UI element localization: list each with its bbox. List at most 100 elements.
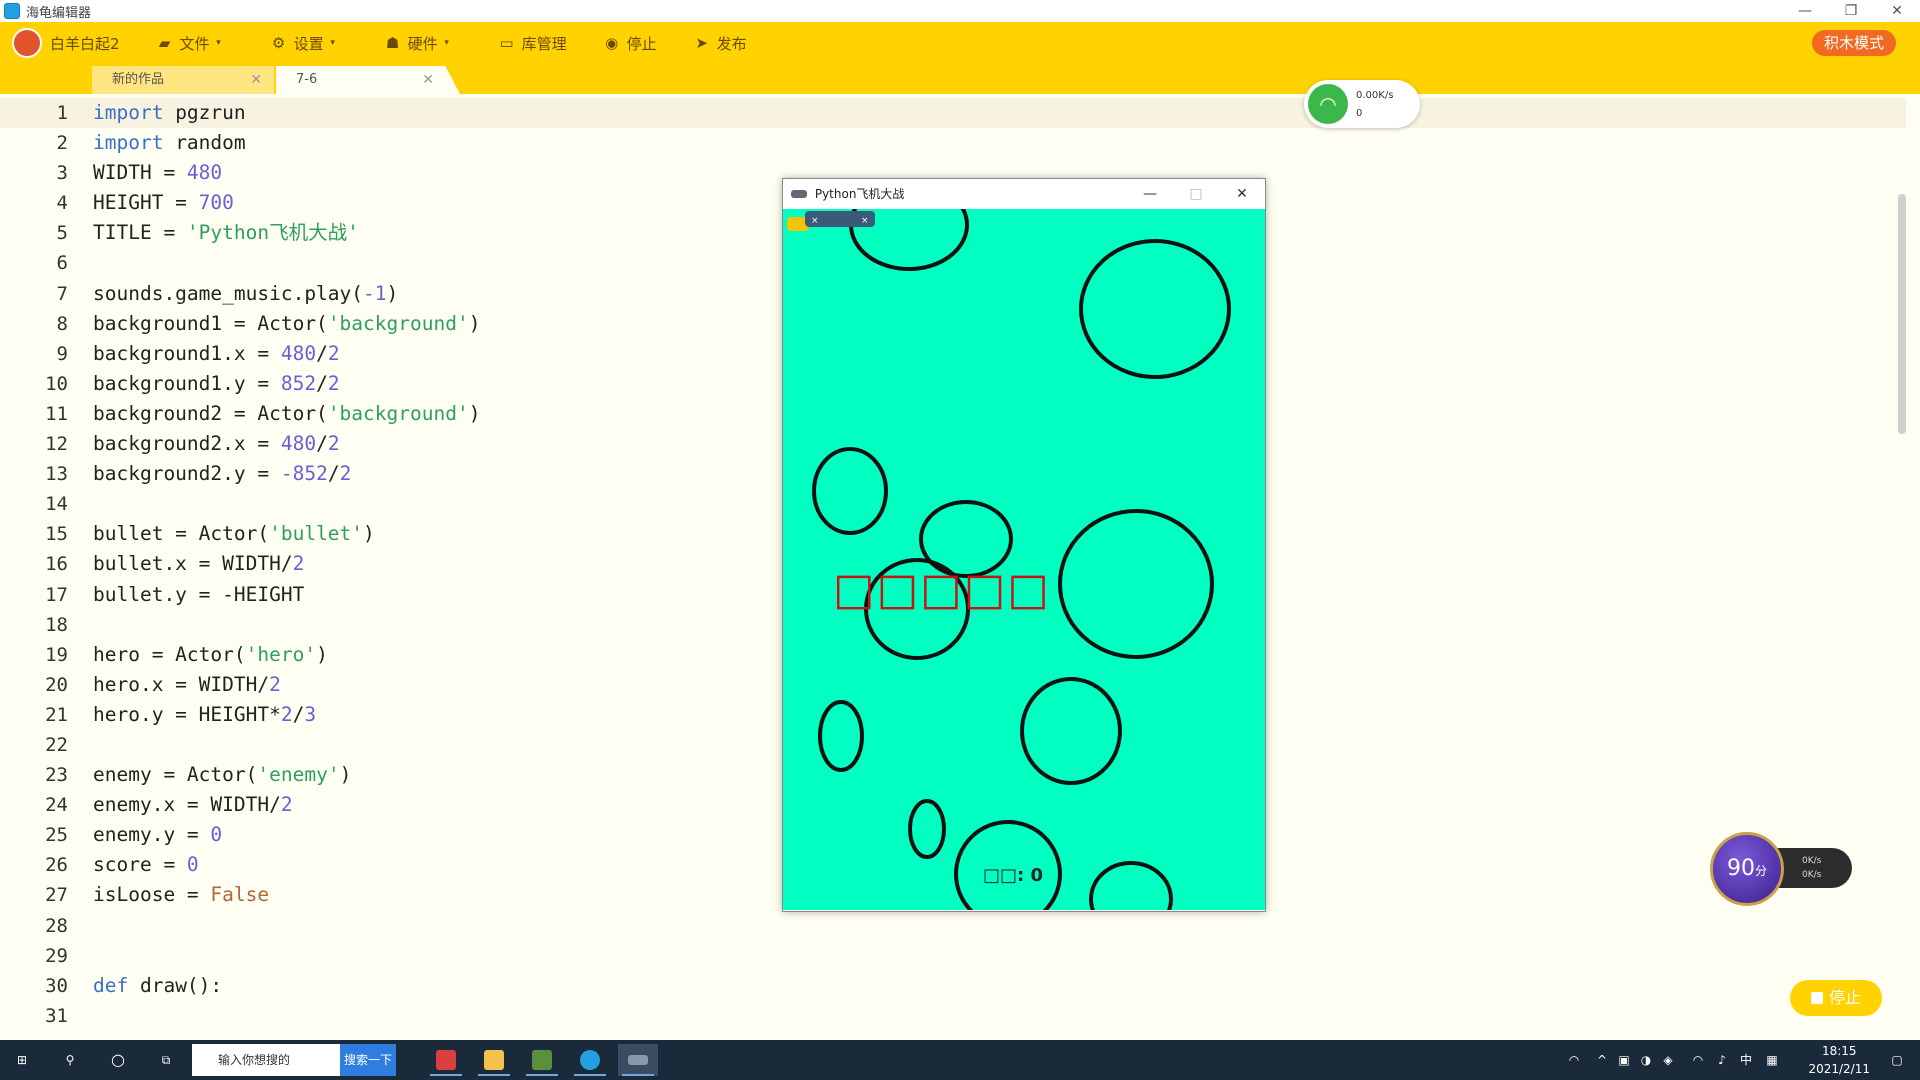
- code-line[interactable]: hero.y = HEIGHT*2/3: [93, 700, 480, 730]
- run-stop-button[interactable]: 停止: [1790, 980, 1882, 1016]
- hardware-menu[interactable]: ☗ 硬件 ▾: [384, 33, 462, 54]
- code-line[interactable]: bullet.x = WIDTH/2: [93, 549, 480, 579]
- code-line[interactable]: enemy.x = WIDTH/2: [93, 790, 480, 820]
- score-label: □□: 0: [983, 865, 1044, 886]
- maximize-button[interactable]: ❐: [1828, 0, 1874, 22]
- performance-widget[interactable]: 0K/s 0K/s 90分: [1710, 832, 1852, 906]
- taskbar-explorer-icon[interactable]: [474, 1044, 514, 1076]
- close-button[interactable]: ✕: [1874, 0, 1920, 22]
- close-tab-icon[interactable]: ✕: [422, 66, 434, 94]
- game-maximize-button[interactable]: □: [1173, 179, 1219, 209]
- taskbar-clock[interactable]: 18:15 2021/2/11: [1808, 1042, 1870, 1078]
- library-icon: ▭: [499, 34, 514, 52]
- volume-icon[interactable]: ♪: [1712, 1040, 1732, 1080]
- game-minimize-button[interactable]: —: [1127, 179, 1173, 209]
- taskbar-search-input[interactable]: 输入你想搜的: [192, 1044, 340, 1076]
- code-line[interactable]: hero.x = WIDTH/2: [93, 670, 480, 700]
- line-number: 23: [45, 764, 68, 787]
- security-icon[interactable]: ◈: [1658, 1040, 1678, 1080]
- cortana-icon[interactable]: ○: [96, 1040, 140, 1080]
- line-number: 18: [45, 613, 68, 636]
- library-button[interactable]: ▭ 库管理: [498, 33, 567, 54]
- line-number: 24: [45, 794, 68, 817]
- code-line[interactable]: import pgzrun: [93, 98, 480, 128]
- network-tray-icon[interactable]: ▣: [1614, 1040, 1634, 1080]
- code-line[interactable]: HEIGHT = 700: [93, 188, 480, 218]
- line-number: 17: [45, 583, 68, 606]
- code-line[interactable]: isLoose = False: [93, 880, 480, 910]
- code-line[interactable]: [93, 911, 480, 941]
- code-line[interactable]: background2.x = 480/2: [93, 429, 480, 459]
- publish-button[interactable]: ➤ 发布: [693, 33, 747, 54]
- tab-7-6[interactable]: 7-6 ✕: [276, 66, 460, 94]
- taskbar-app-icon[interactable]: [426, 1044, 466, 1076]
- code-line[interactable]: background1 = Actor('background'): [93, 309, 480, 339]
- code-line[interactable]: score = 0: [93, 850, 480, 880]
- minimize-button[interactable]: —: [1782, 0, 1828, 22]
- stop-button-label: 停止: [1828, 988, 1861, 1007]
- code-line[interactable]: import random: [93, 128, 480, 158]
- search-icon[interactable]: ⚲: [48, 1040, 92, 1080]
- code-line[interactable]: [93, 941, 480, 971]
- wifi-signal-icon[interactable]: ◠: [1688, 1040, 1708, 1080]
- code-area[interactable]: import pgzrun import random WIDTH = 480 HEI…: [93, 98, 480, 1031]
- keyboard-icon[interactable]: ▦: [1762, 1040, 1782, 1080]
- taskbar-turtle-editor-icon[interactable]: [570, 1044, 610, 1076]
- vertical-scrollbar[interactable]: [1898, 194, 1906, 434]
- clock-time: 18:15: [1821, 1044, 1857, 1058]
- code-line[interactable]: background2.y = -852/2: [93, 459, 480, 489]
- code-line[interactable]: WIDTH = 480: [93, 158, 480, 188]
- game-canvas[interactable]: × × □□□□□ □□: 0: [783, 209, 1265, 910]
- code-line[interactable]: hero = Actor('hero'): [93, 640, 480, 670]
- stop-square-icon: [1810, 992, 1823, 1004]
- settings-menu-label: 设置: [293, 34, 324, 53]
- code-line[interactable]: background1.y = 852/2: [93, 369, 480, 399]
- code-line[interactable]: enemy = Actor('enemy'): [93, 760, 480, 790]
- game-close-button[interactable]: ✕: [1219, 179, 1265, 209]
- file-menu[interactable]: ▰ 文件 ▾: [156, 33, 234, 54]
- settings-menu[interactable]: ⚙ 设置 ▾: [270, 33, 348, 54]
- publish-label: 发布: [716, 34, 747, 53]
- stop-icon: ◉: [605, 34, 619, 52]
- line-number: 5: [56, 222, 68, 245]
- code-line[interactable]: enemy.y = 0: [93, 820, 480, 850]
- task-view-icon[interactable]: ⧉: [144, 1040, 188, 1080]
- code-line[interactable]: [93, 610, 480, 640]
- code-line[interactable]: [93, 489, 480, 519]
- stop-button[interactable]: ◉ 停止: [603, 33, 657, 54]
- line-number-gutter: 1 2 3 4 5 6 7 8 9 10 11 12 13 14 15 16 17 18 19 20 21 22 23 24 2…: [0, 98, 76, 1031]
- code-line[interactable]: background1.x = 480/2: [93, 339, 480, 369]
- bubble: [1058, 509, 1214, 659]
- code-line[interactable]: def draw():: [93, 971, 480, 1001]
- code-line[interactable]: background2 = Actor('background'): [93, 399, 480, 429]
- game-title: Python飞机大战: [814, 187, 905, 201]
- bubble: [818, 700, 864, 772]
- network-widget[interactable]: ◠ 0.00K/s 0: [1304, 80, 1420, 128]
- game-window[interactable]: Python飞机大战 — □ ✕ × × □□□□□ □□: 0: [782, 178, 1266, 912]
- taskbar-search-button[interactable]: 搜索一下: [340, 1044, 396, 1076]
- perf-score: 90: [1726, 856, 1755, 881]
- notification-icon[interactable]: ▢: [1882, 1040, 1912, 1080]
- code-line[interactable]: bullet.y = -HEIGHT: [93, 580, 480, 610]
- line-number: 6: [56, 252, 68, 275]
- ime-indicator[interactable]: 中: [1736, 1040, 1756, 1080]
- close-tab-icon[interactable]: ✕: [250, 66, 262, 94]
- tray-expand-icon[interactable]: ^: [1592, 1040, 1612, 1080]
- code-line[interactable]: [93, 248, 480, 278]
- code-line[interactable]: [93, 1001, 480, 1031]
- speaker-icon[interactable]: ◑: [1636, 1040, 1656, 1080]
- windows-start-icon[interactable]: ⊞: [0, 1040, 44, 1080]
- code-line[interactable]: TITLE = 'Python飞机大战': [93, 218, 480, 248]
- code-line[interactable]: sounds.game_music.play(-1): [93, 279, 480, 309]
- library-label: 库管理: [521, 34, 567, 53]
- code-line[interactable]: bullet = Actor('bullet'): [93, 519, 480, 549]
- line-number: 10: [45, 372, 68, 395]
- user-menu[interactable]: 白羊白起2: [0, 28, 120, 58]
- taskbar-game-icon[interactable]: [618, 1044, 658, 1076]
- download-speed: 0K/s: [1802, 870, 1822, 880]
- block-mode-button[interactable]: 积木模式: [1811, 30, 1896, 56]
- wifi-tray-icon[interactable]: ◠: [1564, 1040, 1584, 1080]
- tab-new-work[interactable]: 新的作品 ✕: [92, 66, 274, 94]
- code-line[interactable]: [93, 730, 480, 760]
- taskbar-minecraft-icon[interactable]: [522, 1044, 562, 1076]
